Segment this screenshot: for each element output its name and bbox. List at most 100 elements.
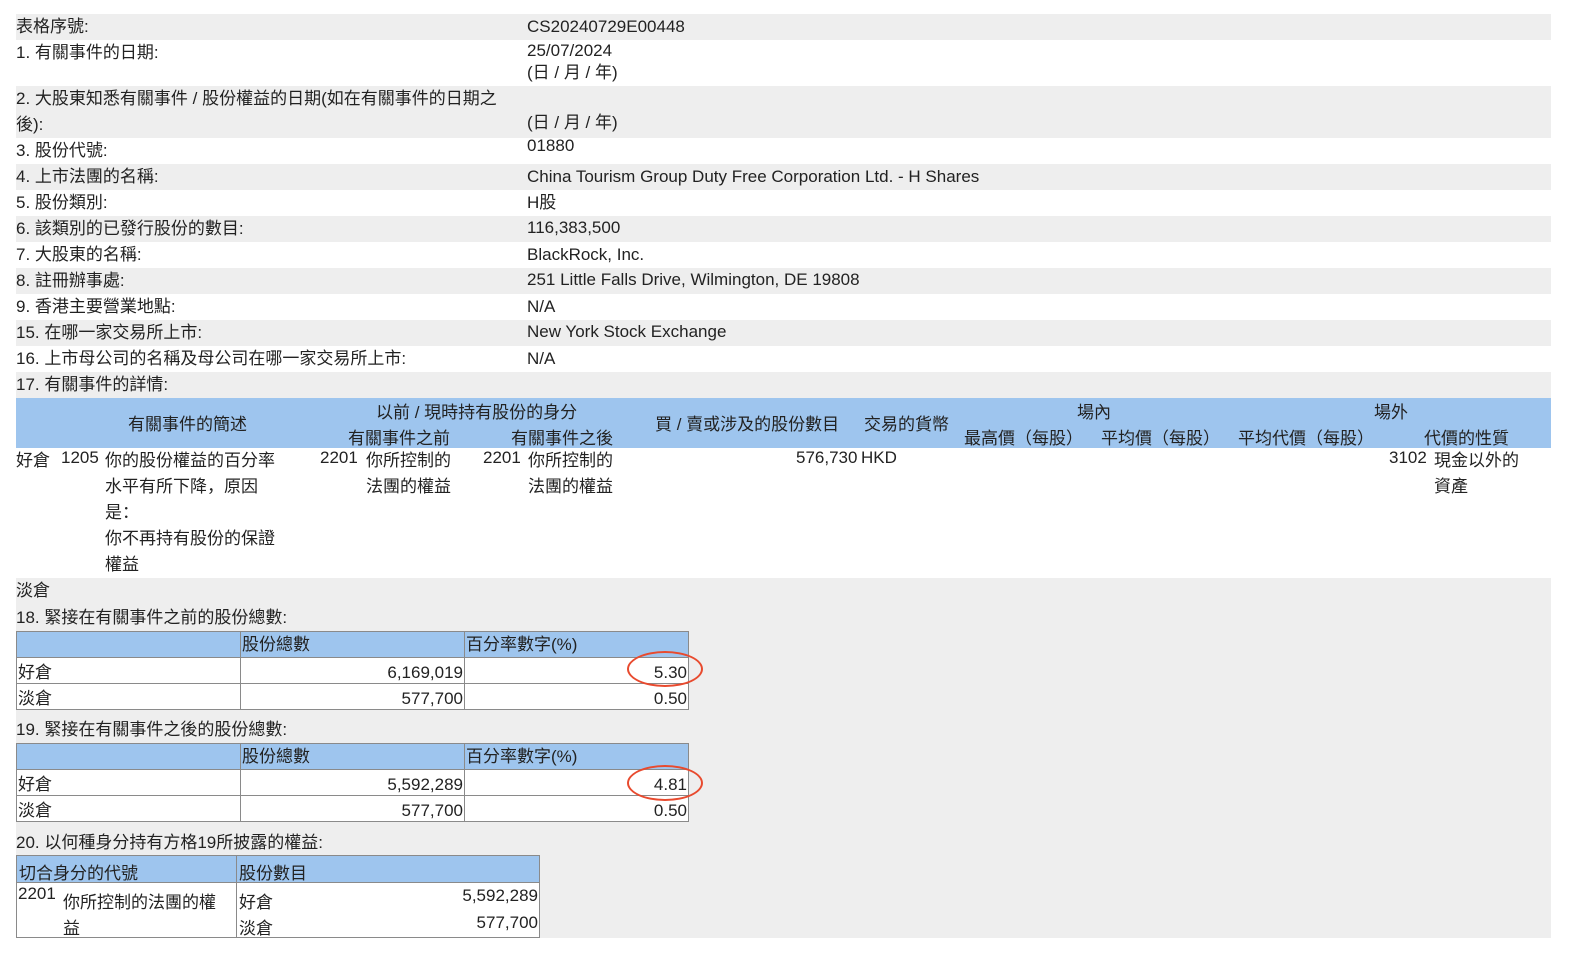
event-shares: 576,730 [796, 448, 858, 467]
issued-shares-row: 6. 該類別的已發行股份的數目: 116,383,500 [16, 216, 1551, 242]
q20-short-label: 淡倉 [239, 919, 273, 938]
event-after-code: 2201 [483, 448, 521, 467]
q18-table: 股份總數 百分率數字(%) 好倉 6,169,019 5.30 淡倉 577,7… [16, 631, 689, 710]
q20-capacity-line2: 益 [63, 919, 80, 938]
event-table-header: 有關事件的簡述 以前 / 現時持有股份的身分 有關事件之前 有關事件之後 買 /… [16, 398, 1551, 448]
header-on-exchange-high: 最高價（每股） [964, 429, 1083, 448]
aware-date-label-a: 2. 大股東知悉有關事件 / 股份權益的日期(如在有關事件的日期之 [16, 89, 497, 108]
q20-code: 2201 [18, 884, 56, 903]
q20-header-divider [236, 856, 237, 882]
header-shares: 買 / 賣或涉及的股份數目 [655, 415, 840, 434]
q18-label: 18. 緊接在有關事件之前的股份總數: [16, 608, 288, 627]
header-on-exchange: 場內 [1077, 403, 1111, 422]
q18-long-total: 6,169,019 [240, 657, 465, 684]
registered-office-value: 251 Little Falls Drive, Wilmington, DE 1… [527, 270, 860, 289]
event-currency: HKD [861, 448, 897, 467]
event-desc-line2: 水平有所下降，原因 [105, 477, 258, 496]
event-nature-line1: 現金以外的 [1434, 451, 1519, 470]
q19-label: 19. 緊接在有關事件之後的股份總數: [16, 720, 288, 739]
event-date-label: 1. 有關事件的日期: [16, 43, 159, 62]
q19-highlight-circle [627, 765, 703, 801]
q18-header-blank [16, 631, 241, 658]
serial-label: 表格序號: [16, 17, 89, 36]
parent-label: 16. 上市母公司的名稱及母公司在哪一家交易所上市: [16, 349, 407, 368]
header-capacity: 以前 / 現時持有股份的身分 [376, 403, 578, 422]
event-date-value: 25/07/2024 [527, 41, 613, 60]
q19-short-total: 577,700 [240, 795, 465, 822]
event-date-hint: (日 / 月 / 年) [527, 63, 618, 82]
event-before-code: 2201 [320, 448, 358, 467]
share-class-row: 5. 股份類別: H股 [16, 190, 1551, 216]
event-short-label: 淡倉 [16, 581, 50, 600]
aware-date-row: 2. 大股東知悉有關事件 / 股份權益的日期(如在有關事件的日期之 後): (日… [16, 86, 1551, 138]
event-short-row: 淡倉 [16, 578, 1551, 604]
hk-place-row: 9. 香港主要營業地點: N/A [16, 294, 1551, 320]
event-before-line1: 你所控制的 [366, 451, 451, 470]
company-name-label: 4. 上市法團的名稱: [16, 167, 159, 186]
q19-long-total: 5,592,289 [240, 769, 465, 796]
exchange-row: 15. 在哪一家交易所上市: New York Stock Exchange [16, 320, 1551, 346]
aware-date-label-b: 後): [16, 115, 44, 134]
q20-short-value: 577,700 [476, 913, 538, 932]
stock-code-label: 3. 股份代號: [16, 141, 108, 160]
holder-name-row: 7. 大股東的名稱: BlackRock, Inc. [16, 242, 1551, 268]
registered-office-label: 8. 註冊辦事處: [16, 271, 125, 290]
header-description: 有關事件的簡述 [128, 415, 247, 434]
event-desc-line3: 是： [105, 503, 139, 522]
header-after: 有關事件之後 [511, 429, 613, 448]
hk-place-label: 9. 香港主要營業地點: [16, 297, 176, 316]
q18-short-pct: 0.50 [464, 683, 689, 710]
q18-long-label: 好倉 [16, 657, 241, 684]
q18-header-total: 股份總數 [240, 631, 465, 658]
q19-header-blank [16, 743, 241, 770]
q20-long-value: 5,592,289 [462, 886, 538, 905]
q20-body-divider [236, 882, 237, 937]
holder-name-value: BlackRock, Inc. [527, 245, 645, 264]
company-name-row: 4. 上市法團的名稱: China Tourism Group Duty Fre… [16, 164, 1551, 190]
header-currency: 交易的貨幣 [864, 415, 949, 434]
event-details-label: 17. 有關事件的詳情: [16, 375, 169, 394]
registered-office-row: 8. 註冊辦事處: 251 Little Falls Drive, Wilmin… [16, 268, 1551, 294]
parent-row: 16. 上市母公司的名稱及母公司在哪一家交易所上市: N/A [16, 346, 1551, 372]
share-class-label: 5. 股份類別: [16, 193, 108, 212]
event-desc-line5: 權益 [105, 555, 139, 574]
q19-short-label: 淡倉 [16, 795, 241, 822]
event-before-line2: 法團的權益 [366, 477, 451, 496]
q19-section: 19. 緊接在有關事件之後的股份總數: [16, 716, 1551, 744]
company-name-value: China Tourism Group Duty Free Corporatio… [527, 167, 980, 186]
issued-shares-label: 6. 該類別的已發行股份的數目: [16, 219, 244, 238]
stock-code-value: 01880 [527, 136, 575, 155]
q20-label: 20. 以何種身分持有方格19所披露的權益: [16, 833, 323, 852]
serial-row: 表格序號: CS20240729E00448 [16, 14, 1551, 40]
header-before: 有關事件之前 [348, 429, 450, 448]
serial-value: CS20240729E00448 [527, 17, 685, 36]
header-off-exchange: 場外 [1374, 403, 1408, 422]
exchange-label: 15. 在哪一家交易所上市: [16, 323, 203, 342]
q20-capacity-line1: 你所控制的法團的權 [63, 893, 216, 912]
holder-name-label: 7. 大股東的名稱: [16, 245, 142, 264]
q19-header-total: 股份總數 [240, 743, 465, 770]
event-desc-line1: 你的股份權益的百分率 [105, 451, 275, 470]
header-off-exchange-nature: 代價的性質 [1424, 429, 1509, 448]
q19-table: 股份總數 百分率數字(%) 好倉 5,592,289 4.81 淡倉 577,7… [16, 743, 689, 822]
event-desc-line4: 你不再持有股份的保證 [105, 529, 275, 548]
event-after-line1: 你所控制的 [528, 451, 613, 470]
q20-long-label: 好倉 [239, 893, 273, 912]
q18-short-label: 淡倉 [16, 683, 241, 710]
parent-value: N/A [527, 349, 556, 368]
q20-table: 切合身分的代號 股份數目 2201 你所控制的法團的權 益 好倉 5,592,2… [16, 855, 540, 938]
header-on-exchange-avg: 平均價（每股） [1101, 429, 1220, 448]
q20-header-code: 切合身分的代號 [19, 864, 138, 883]
event-date-row: 1. 有關事件的日期: 25/07/2024 (日 / 月 / 年) [16, 40, 1551, 86]
event-long-row: 好倉 1205 你的股份權益的百分率 水平有所下降，原因 是： 你不再持有股份的… [16, 448, 1551, 578]
share-class-value: H股 [527, 193, 557, 212]
q18-highlight-circle [627, 651, 703, 687]
issued-shares-value: 116,383,500 [527, 218, 621, 237]
q19-long-label: 好倉 [16, 769, 241, 796]
header-off-exchange-avg: 平均代價（每股） [1238, 429, 1374, 448]
exchange-value: New York Stock Exchange [527, 322, 727, 341]
event-details-row: 17. 有關事件的詳情: [16, 372, 1551, 398]
hk-place-value: N/A [527, 297, 556, 316]
q20-header-shares: 股份數目 [239, 864, 307, 883]
event-long-label: 好倉 [16, 451, 50, 470]
